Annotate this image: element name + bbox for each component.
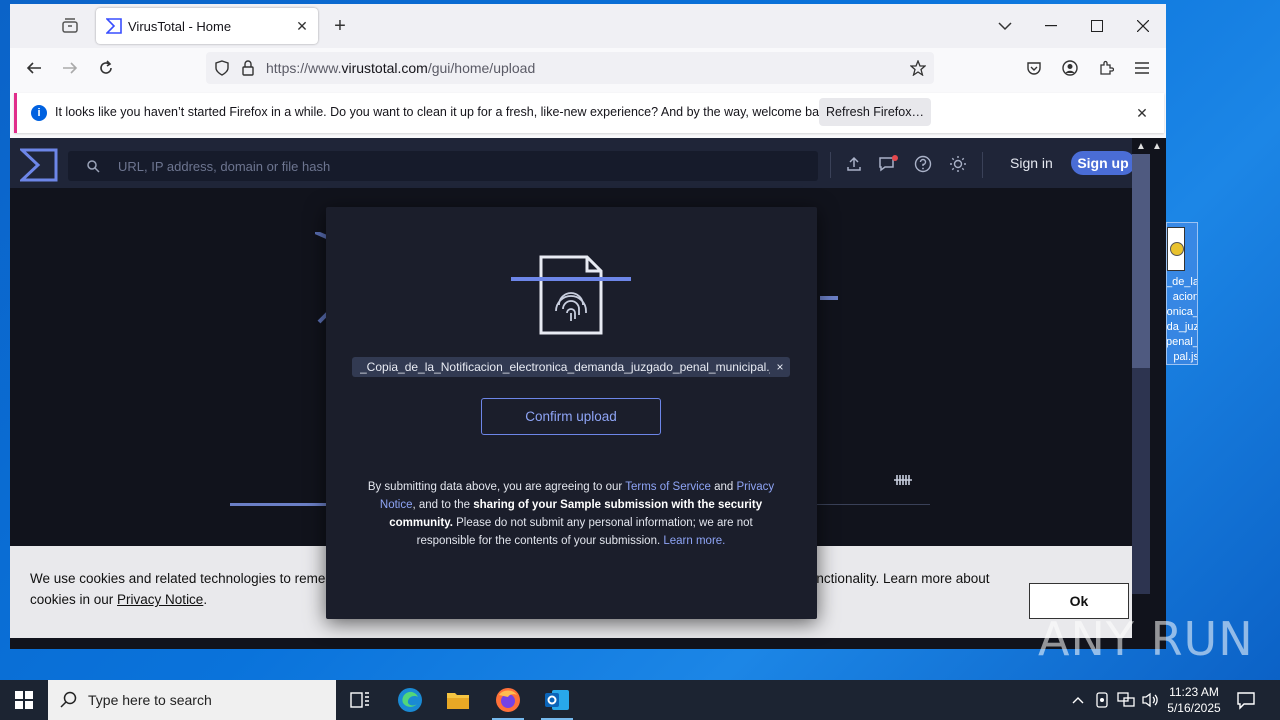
tab-bar: VirusTotal - Home ✕ + xyxy=(10,4,1166,48)
windows-taskbar: Type here to search 11:23 AM 5/16/2025 xyxy=(0,680,1280,720)
taskbar-search-placeholder: Type here to search xyxy=(88,692,212,708)
desktop-file-icon[interactable]: _de_la acion onica_ da_juz penal_ pal.js xyxy=(1166,222,1198,365)
menu-icon[interactable] xyxy=(1130,56,1154,80)
close-notification-icon[interactable]: ✕ xyxy=(1132,103,1152,123)
selected-file-name: _Copia_de_la_Notificacion_electronica_de… xyxy=(360,360,770,374)
tab-underline xyxy=(230,503,330,506)
scroll-thumb[interactable] xyxy=(1132,368,1150,594)
desktop-file-label: _de_la acion onica_ da_juz penal_ pal.js xyxy=(1166,276,1198,363)
bookmark-star-icon[interactable] xyxy=(906,56,930,80)
reload-icon[interactable] xyxy=(94,56,118,80)
search-icon xyxy=(87,160,100,173)
extensions-icon[interactable] xyxy=(1094,56,1118,80)
task-view-icon[interactable] xyxy=(336,680,384,720)
forward-icon[interactable] xyxy=(58,56,82,80)
info-icon: i xyxy=(31,105,47,121)
maximize-button[interactable] xyxy=(1074,4,1120,48)
close-window-button[interactable] xyxy=(1120,4,1166,48)
tab-title: VirusTotal - Home xyxy=(128,18,232,34)
upload-icon[interactable] xyxy=(844,154,864,174)
vt-header: URL, IP address, domain or file hash Sig… xyxy=(10,138,1132,188)
terms-of-service-link[interactable]: Terms of Service xyxy=(625,481,711,493)
clock-time: 11:23 AM xyxy=(1169,685,1219,699)
show-hidden-icons-icon[interactable] xyxy=(1068,690,1088,710)
action-center-icon[interactable] xyxy=(1236,690,1256,710)
virustotal-logo-icon[interactable] xyxy=(20,148,58,182)
anyrun-watermark: ANY RUN xyxy=(1038,612,1254,666)
scroll-up-icon[interactable]: ▲ xyxy=(1134,139,1148,153)
device-icon[interactable] xyxy=(1092,690,1112,710)
list-all-tabs-icon[interactable] xyxy=(982,4,1028,48)
clock-date: 5/16/2025 xyxy=(1167,701,1221,715)
close-tab-icon[interactable]: ✕ xyxy=(292,16,312,36)
terms-notice: By submitting data above, you are agreei… xyxy=(367,481,775,547)
file-explorer-icon[interactable] xyxy=(434,680,482,720)
volume-icon[interactable] xyxy=(1140,690,1160,710)
page-scrollbar[interactable]: ▲ ▲ xyxy=(1132,138,1166,649)
scroll-up-icon-2[interactable]: ▲ xyxy=(1150,139,1164,153)
header-divider xyxy=(830,152,831,178)
windows-start-icon[interactable] xyxy=(0,680,48,720)
confirm-upload-button[interactable]: Confirm upload xyxy=(481,398,661,435)
learn-more-link[interactable]: Learn more. xyxy=(663,535,725,547)
url-text: https://www.virustotal.com/gui/home/uplo… xyxy=(266,60,536,76)
taskbar-search-box[interactable]: Type here to search xyxy=(48,680,336,720)
virustotal-favicon-icon xyxy=(106,18,122,34)
edge-icon[interactable] xyxy=(386,680,434,720)
address-bar[interactable]: https://www.virustotal.com/gui/home/uplo… xyxy=(206,52,934,84)
refresh-firefox-notification: i It looks like you haven’t started Fire… xyxy=(14,93,1164,133)
barcode-scan-icon[interactable] xyxy=(892,472,914,488)
search-icon xyxy=(60,691,77,708)
back-icon[interactable] xyxy=(22,56,46,80)
sign-in-link[interactable]: Sign in xyxy=(1010,155,1053,171)
upload-confirm-dialog: _Copia_de_la_Notificacion_electronica_de… xyxy=(326,207,817,619)
account-icon[interactable] xyxy=(1058,56,1082,80)
sign-up-button[interactable]: Sign up xyxy=(1071,151,1132,175)
search-placeholder: URL, IP address, domain or file hash xyxy=(118,159,331,174)
header-divider xyxy=(982,152,983,178)
refresh-firefox-button[interactable]: Refresh Firefox… xyxy=(819,98,931,126)
tracking-protection-shield-icon[interactable] xyxy=(210,56,234,80)
firefox-view-icon[interactable] xyxy=(58,14,82,38)
firefox-icon[interactable] xyxy=(484,680,532,720)
vt-search-input[interactable]: URL, IP address, domain or file hash xyxy=(68,151,818,181)
new-tab-button[interactable]: + xyxy=(328,14,352,38)
outlook-icon[interactable] xyxy=(533,680,581,720)
help-icon[interactable] xyxy=(913,154,933,174)
selected-file-chip: _Copia_de_la_Notificacion_electronica_de… xyxy=(352,357,790,377)
theme-sun-icon[interactable] xyxy=(948,154,968,174)
js-file-icon xyxy=(1167,227,1185,271)
cookie-privacy-link[interactable]: Privacy Notice xyxy=(117,592,203,607)
lock-icon[interactable] xyxy=(236,56,260,80)
notification-text: It looks like you haven’t started Firefo… xyxy=(55,105,836,119)
remove-file-icon[interactable]: × xyxy=(770,360,790,374)
pocket-icon[interactable] xyxy=(1022,56,1046,80)
minimize-button[interactable] xyxy=(1028,4,1074,48)
background-line xyxy=(820,296,838,300)
chat-icon[interactable] xyxy=(878,154,898,174)
tab-virustotal[interactable]: VirusTotal - Home ✕ xyxy=(96,8,318,44)
system-clock[interactable]: 11:23 AM 5/16/2025 xyxy=(1162,684,1226,716)
navigation-bar: https://www.virustotal.com/gui/home/uplo… xyxy=(10,48,1166,88)
file-fingerprint-icon xyxy=(511,255,631,335)
tab-divider xyxy=(816,504,930,505)
network-icon[interactable] xyxy=(1116,690,1136,710)
